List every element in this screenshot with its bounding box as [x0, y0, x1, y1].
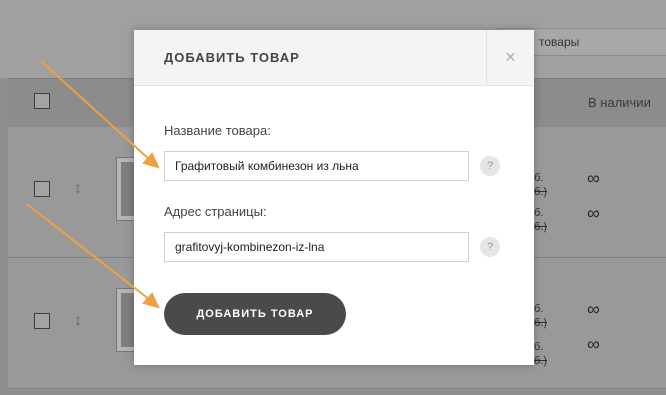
price-old: б.): [534, 317, 547, 329]
price-old: б.): [534, 221, 547, 233]
column-in-stock: В наличии: [588, 95, 651, 110]
price-current: б.: [534, 207, 544, 219]
add-product-dialog: ДОБАВИТЬ ТОВАР × Название товара: Графит…: [134, 30, 534, 365]
price-old-text: б.): [534, 186, 548, 198]
price-old-text: б.): [534, 355, 548, 367]
help-icon[interactable]: ?: [480, 156, 500, 176]
close-button[interactable]: ×: [486, 30, 534, 85]
page-url-input[interactable]: grafitovyj-kombinezon-iz-lna: [164, 232, 469, 262]
stock-infinite: ∞: [587, 168, 600, 188]
row-checkbox[interactable]: [34, 313, 50, 329]
close-icon: ×: [505, 47, 516, 67]
price-old-text: б.): [534, 317, 548, 329]
product-name-label: Название товара:: [164, 123, 271, 138]
product-name-input[interactable]: Графитовый комбинезон из льна: [164, 151, 469, 181]
drag-handle-icon[interactable]: ↕: [74, 180, 82, 198]
price-current: б.: [534, 341, 544, 353]
stock-infinite: ∞: [587, 203, 600, 223]
dialog-header: ДОБАВИТЬ ТОВАР ×: [134, 30, 534, 86]
price-old: б.): [534, 355, 547, 367]
dialog-title: ДОБАВИТЬ ТОВАР: [164, 50, 300, 65]
add-product-button[interactable]: ДОБАВИТЬ ТОВАР: [164, 293, 346, 335]
stock-infinite: ∞: [587, 299, 600, 319]
stock-infinite: ∞: [587, 334, 600, 354]
drag-handle-icon[interactable]: ↕: [74, 312, 82, 330]
price-current: б.: [534, 303, 544, 315]
page-url-label: Адрес страницы:: [164, 204, 267, 219]
help-icon[interactable]: ?: [480, 237, 500, 257]
price-old: б.): [534, 186, 547, 198]
price-old-text: б.): [534, 221, 548, 233]
select-all-checkbox[interactable]: [34, 93, 50, 109]
price-current: б.: [534, 172, 544, 184]
row-checkbox[interactable]: [34, 181, 50, 197]
